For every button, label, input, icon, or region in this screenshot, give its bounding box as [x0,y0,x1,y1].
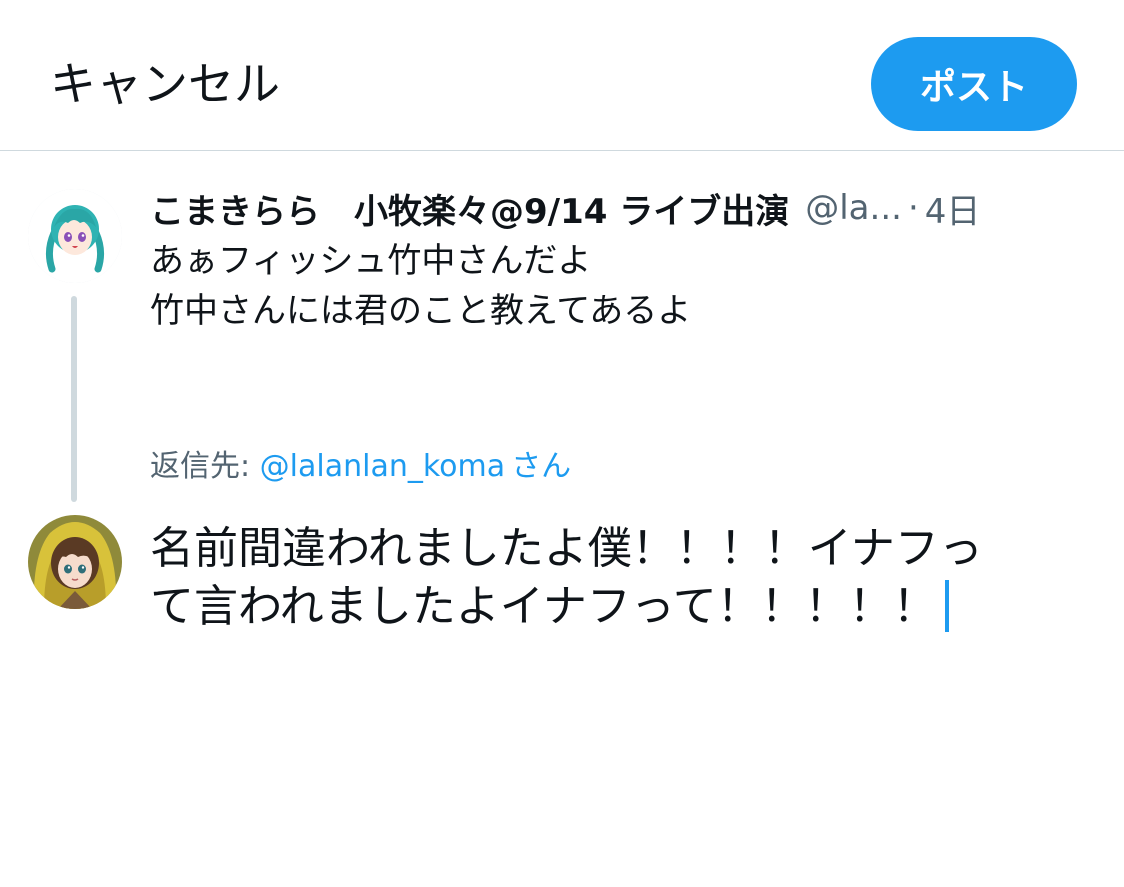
author-handle[interactable]: @la... [805,188,902,228]
compose-text-line: て言われましたよイナフって！！！！！ [150,581,937,632]
thread-line [71,296,77,502]
replying-to: 返信先: @lalanlan_koma さん [150,446,571,488]
compose-text-line: 名前間違われましたよ僕！！！！イナフっ [150,523,983,574]
tweet-text-line: 竹中さんには君のこと教えてあるよ [150,291,692,331]
compose-text-area[interactable]: 名前間違われましたよ僕！！！！イナフっ て言われましたよイナフって！！！！！ [150,520,1090,636]
original-author-avatar[interactable] [28,189,122,283]
author-display-name[interactable]: こまきらら 小牧楽々@9/14 ライブ出演 [150,184,789,233]
replying-to-mention[interactable]: @lalanlan_koma [260,449,505,484]
cancel-button[interactable]: キャンセル [50,56,280,112]
header-separator: · [907,188,919,228]
user-avatar[interactable] [28,515,122,609]
compose-text-line-2: て言われましたよイナフって！！！！！ [150,578,1090,636]
compose-header: キャンセル ポスト [0,0,1124,151]
replying-to-label: 返信先: [150,449,251,484]
anime-girl-avatar-icon [28,189,122,283]
text-cursor [944,580,949,632]
tweet-header: こまきらら 小牧楽々@9/14 ライブ出演 @la... · 4日 [150,183,1090,233]
replying-to-suffix: さん [511,449,572,484]
tweet-timestamp: 4日 [924,191,981,232]
tweet-text: あぁフィッシュ竹中さんだよ 竹中さんには君のこと教えてあるよ [150,236,1050,336]
tweet-text-line: あぁフィッシュ竹中さんだよ [150,241,592,281]
anime-girl-raincoat-avatar-icon [28,515,122,609]
post-button[interactable]: ポスト [871,37,1077,131]
